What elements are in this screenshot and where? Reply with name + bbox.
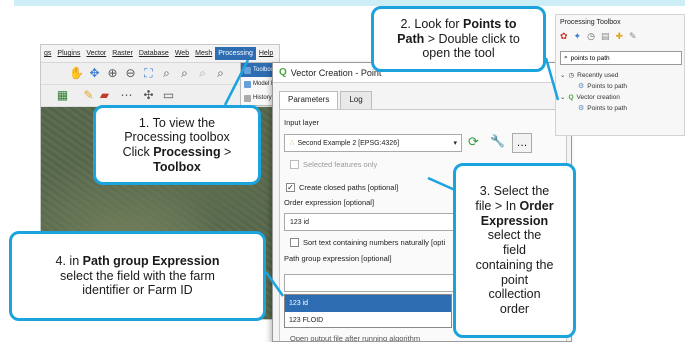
callout-1-line-2: Processing toolbox — [124, 130, 230, 145]
callout-2-line-2: Path > Double click to — [397, 32, 520, 47]
callout-1-bold: Processing — [153, 145, 221, 159]
callout-3-line-1: 3. Select the — [479, 184, 550, 199]
callout-3-line-7: point — [500, 272, 529, 287]
callout-step-3: 3. Select the file > In Order Expression… — [453, 163, 576, 338]
callout-3-line-8: collection — [488, 287, 541, 302]
callout-3-text: file > In — [475, 198, 520, 213]
callout-step-2: 2. Look for Points to Path > Double clic… — [371, 6, 546, 72]
callout-3-line-3: Expression — [481, 214, 548, 229]
callout-1-bold: Toolbox — [153, 159, 201, 174]
callout-3-bold: Order — [519, 198, 554, 213]
callout-2-text: 2. Look for — [400, 16, 464, 31]
connector-2 — [544, 57, 560, 101]
connector-1 — [223, 59, 250, 106]
connector-3 — [427, 176, 456, 192]
callout-4-bold: Path group Expression — [82, 253, 220, 268]
callout-4-text: 4. in — [55, 253, 83, 268]
callout-1-line-1: 1. To view the — [138, 115, 216, 130]
callout-3-line-6: containing the — [475, 257, 554, 272]
callout-1-line-3: Click Processing > — [123, 145, 232, 160]
callout-1-text: > — [220, 145, 232, 159]
callout-step-1: 1. To view the Processing toolbox Click … — [93, 105, 261, 185]
callout-4-line-3: identifier or Farm ID — [82, 283, 193, 298]
callout-step-4: 4. in Path group Expression select the f… — [9, 231, 266, 321]
callout-2-line-1: 2. Look for Points to — [400, 17, 516, 32]
callout-3-line-9: order — [499, 302, 530, 317]
callout-4-line-1: 4. in Path group Expression — [56, 254, 220, 269]
callout-3-line-5: field — [503, 243, 526, 258]
callout-2-text: > Double click to — [424, 31, 520, 46]
callout-4-line-2: select the field with the farm — [60, 268, 215, 283]
callout-3-bold: Expression — [480, 213, 549, 228]
callout-1-line-4: Toolbox — [153, 160, 201, 175]
callout-3-line-4: select the — [487, 228, 542, 243]
connector-4 — [264, 271, 285, 297]
callout-2-bold: Points to — [463, 16, 517, 31]
callout-1-text: Click — [122, 145, 154, 159]
callout-3-line-2: file > In Order — [475, 199, 553, 214]
callout-2-line-3: open the tool — [422, 46, 495, 61]
callout-2-bold: Path — [397, 31, 425, 46]
